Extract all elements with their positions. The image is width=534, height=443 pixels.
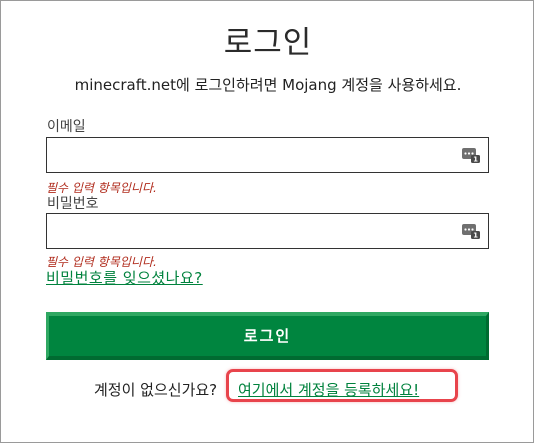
svg-text:1: 1 bbox=[473, 156, 478, 163]
email-label: 이메일 bbox=[47, 119, 86, 135]
forgot-password-link[interactable]: 비밀번호를 잊으셨나요? bbox=[46, 267, 203, 288]
email-field[interactable] bbox=[47, 138, 463, 172]
password-field-box[interactable]: 1 bbox=[46, 213, 489, 249]
login-button[interactable]: 로그인 bbox=[46, 312, 489, 360]
register-link[interactable]: 여기에서 계정을 등록하세요! bbox=[238, 379, 419, 400]
login-panel: 로그인 minecraft.net에 로그인하려면 Mojang 계정을 사용하… bbox=[0, 0, 534, 443]
password-label: 비밀번호 bbox=[47, 196, 99, 212]
password-manager-icon[interactable]: 1 bbox=[462, 223, 480, 239]
page-title: 로그인 bbox=[223, 25, 313, 61]
login-subtitle: minecraft.net에 로그인하려면 Mojang 계정을 사용하세요. bbox=[74, 76, 462, 94]
password-manager-icon[interactable]: 1 bbox=[462, 147, 480, 163]
password-field[interactable] bbox=[47, 214, 463, 248]
email-field-box[interactable]: 1 bbox=[46, 137, 489, 173]
svg-text:1: 1 bbox=[473, 232, 478, 239]
no-account-text: 계정이 없으신가요? bbox=[94, 381, 218, 399]
